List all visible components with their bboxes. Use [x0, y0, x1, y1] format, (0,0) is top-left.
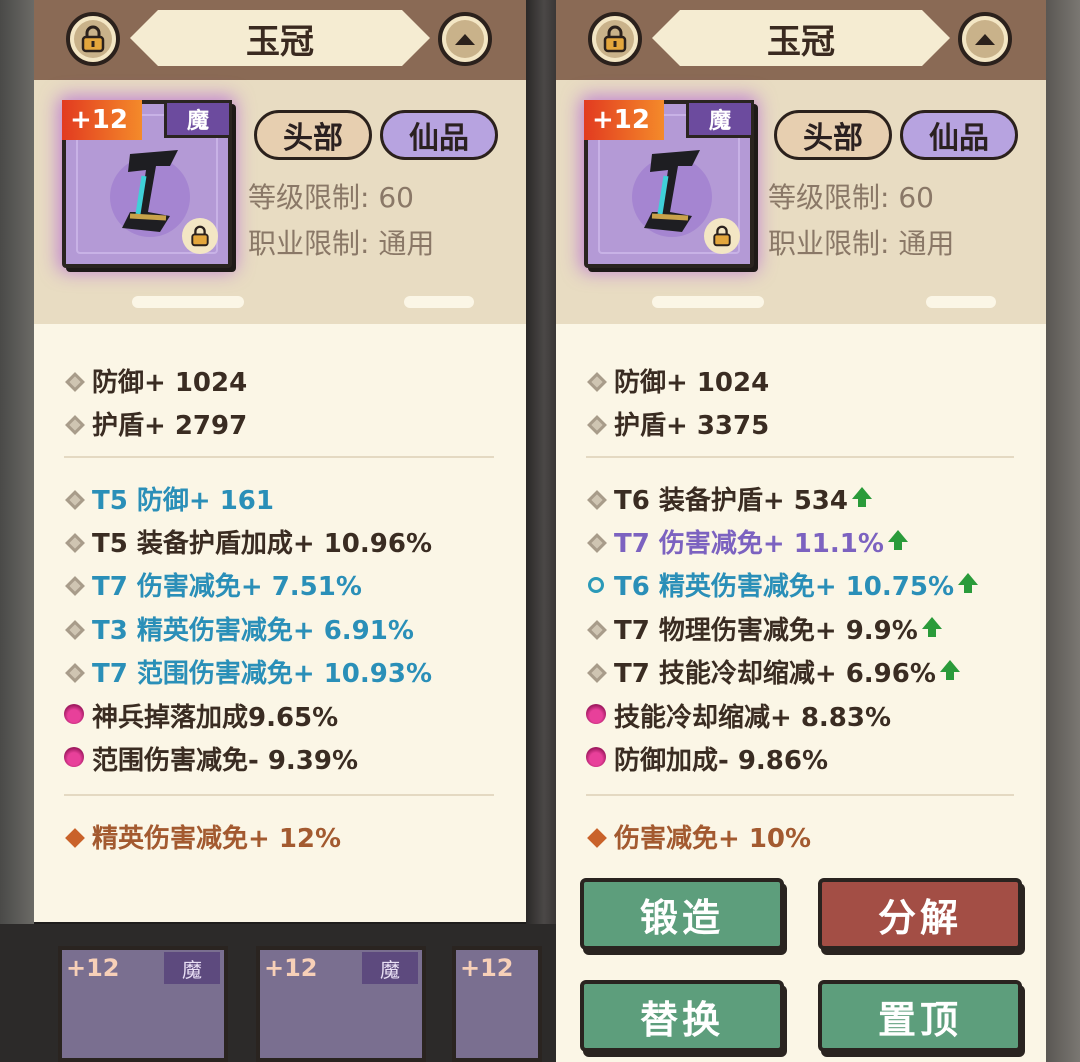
panel-header: 玉冠	[556, 0, 1046, 80]
affix-stat: T7 伤害减免+ 11.1%	[586, 523, 908, 560]
item-info: +12 魔 头部 仙品 等级限制: 60 职业限制: 通用	[556, 80, 1046, 324]
grade-tag: 仙品	[900, 110, 1018, 160]
lock-icon	[603, 25, 627, 53]
arrow-up-icon	[852, 486, 872, 507]
lotus-icon	[64, 746, 84, 767]
arrow-up-icon	[958, 572, 979, 593]
affix-stat: T6 装备护盾+ 534	[586, 480, 872, 517]
inventory-item-1[interactable]: +12 魔	[58, 946, 228, 1062]
thumb-mo-badge: 魔	[362, 952, 418, 984]
background-right	[1046, 0, 1080, 1062]
lock-button[interactable]	[66, 12, 120, 66]
pin-to-top-button[interactable]: 置顶	[818, 980, 1022, 1052]
base-stat: 护盾+ 2797	[64, 405, 247, 442]
plus-level-badge: +12	[62, 100, 142, 140]
thumb-plus-level: +12	[264, 954, 318, 982]
level-requirement: 等级限制: 60	[768, 181, 934, 214]
item-title: 玉冠	[652, 10, 950, 66]
slot-tag: 头部	[254, 110, 372, 160]
arrow-up-icon	[887, 529, 908, 550]
plus-level-badge: +12	[584, 100, 664, 140]
item-icon[interactable]: +12 魔	[62, 100, 232, 268]
collapse-button[interactable]	[438, 12, 492, 66]
item-icon[interactable]: +12 魔	[584, 100, 754, 268]
new-item-panel: 玉冠 +12 魔 头部 仙品 等级限制: 60 职业限制: 通用 防御+ 102…	[556, 0, 1046, 1062]
class-requirement: 职业限制: 通用	[768, 227, 955, 260]
background-left	[0, 0, 34, 1062]
affix-stat: T7 范围伤害减免+ 10.93%	[64, 653, 432, 690]
background-divider	[526, 0, 556, 1062]
item-lock-icon	[182, 218, 218, 254]
base-stat: 防御+ 1024	[64, 362, 247, 399]
slot-tag: 头部	[774, 110, 892, 160]
grade-tag: 仙品	[380, 110, 498, 160]
chevron-up-icon	[455, 34, 475, 45]
arrow-up-icon	[939, 659, 960, 680]
item-info: +12 魔 头部 仙品 等级限制: 60 职业限制: 通用	[34, 80, 526, 324]
equipped-item-panel: 玉冠 +12 魔 头部 仙品 等级限制: 60 职业限制: 通用 防御+ 102…	[34, 0, 526, 922]
item-title: 玉冠	[130, 10, 430, 66]
mo-badge: 魔	[686, 100, 754, 138]
thumb-mo-badge: 魔	[164, 952, 220, 984]
affix-stat: T6 精英伤害减免+ 10.75%	[586, 566, 979, 603]
special-stat: 防御加成- 9.86%	[586, 740, 828, 777]
lock-icon	[81, 25, 105, 53]
affix-stat: T7 物理伤害减免+ 9.9%	[586, 610, 942, 647]
panel-header: 玉冠	[34, 0, 526, 80]
arrow-up-icon	[921, 616, 942, 637]
affix-stat: T5 防御+ 161	[64, 480, 274, 517]
inventory-item-2[interactable]: +12 魔	[256, 946, 426, 1062]
lotus-icon	[64, 703, 84, 724]
lock-button[interactable]	[588, 12, 642, 66]
mo-badge: 魔	[164, 100, 232, 138]
item-lock-icon	[704, 218, 740, 254]
decompose-button[interactable]: 分解	[818, 878, 1022, 950]
lotus-icon	[586, 746, 606, 767]
thumb-plus-level: +12	[66, 954, 120, 982]
lotus-icon	[586, 703, 606, 724]
affix-stat: T3 精英伤害减免+ 6.91%	[64, 610, 414, 647]
special-stat: 神兵掉落加成9.65%	[64, 697, 338, 734]
collapse-button[interactable]	[958, 12, 1012, 66]
thumb-plus-level: +12	[460, 954, 514, 982]
forge-button[interactable]: 锻造	[580, 878, 784, 950]
chevron-up-icon	[975, 34, 995, 45]
replace-button[interactable]: 替换	[580, 980, 784, 1052]
special-stat: 范围伤害减免- 9.39%	[64, 740, 358, 777]
level-requirement: 等级限制: 60	[248, 181, 414, 214]
affix-stat: T7 技能冷却缩减+ 6.96%	[586, 653, 960, 690]
base-stat: 护盾+ 3375	[586, 405, 769, 442]
special-stat: 技能冷却缩减+ 8.83%	[586, 697, 891, 734]
base-stat: 防御+ 1024	[586, 362, 769, 399]
ring-icon	[588, 576, 604, 593]
affix-stat: T5 装备护盾加成+ 10.96%	[64, 523, 432, 560]
affix-stat: T7 伤害减免+ 7.51%	[64, 566, 362, 603]
set-bonus-stat: 伤害减免+ 10%	[586, 818, 811, 855]
set-bonus-stat: 精英伤害减免+ 12%	[64, 818, 341, 855]
inventory-item-3[interactable]: +12	[452, 946, 542, 1062]
class-requirement: 职业限制: 通用	[248, 227, 435, 260]
